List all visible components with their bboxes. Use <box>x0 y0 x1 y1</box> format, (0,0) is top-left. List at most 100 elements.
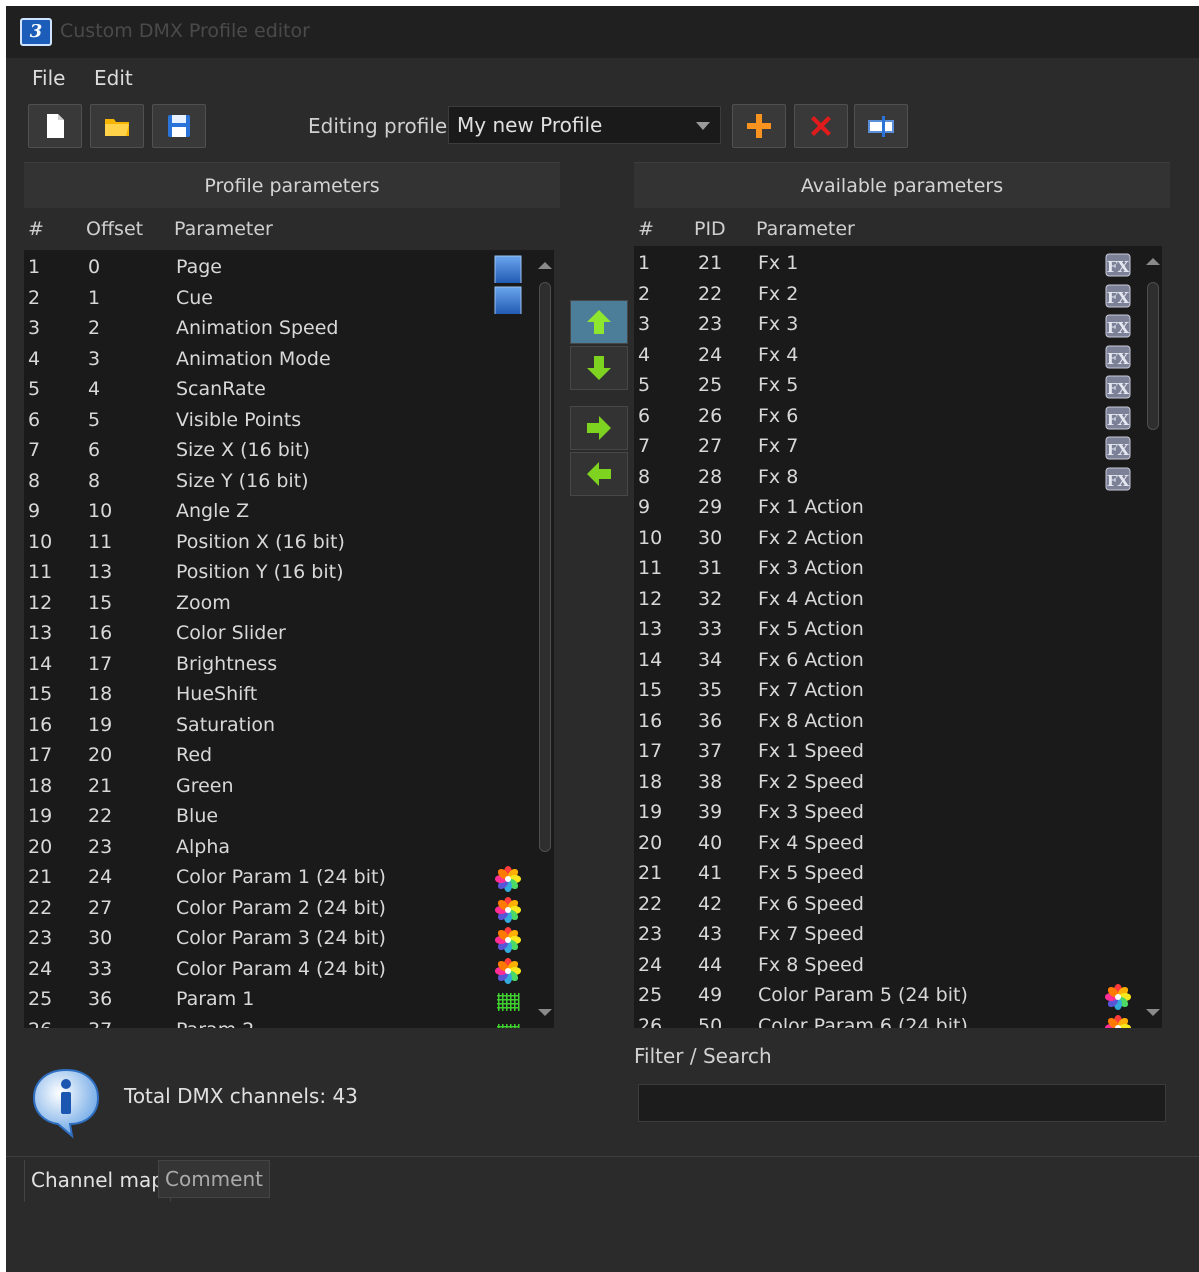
cell-pid: 28 <box>698 465 723 488</box>
table-row[interactable]: 5 4 ScanRate <box>24 376 536 407</box>
move-up-button[interactable] <box>570 300 628 344</box>
column-parameter[interactable]: Parameter <box>174 218 273 240</box>
column-number[interactable]: # <box>638 218 654 240</box>
table-row[interactable]: 23 30 Color Param 3 (24 bit) <box>24 925 536 956</box>
cell-pid: 44 <box>698 953 723 976</box>
table-row[interactable]: 8 28 Fx 8 FX <box>634 464 1144 495</box>
table-row[interactable]: 10 11 Position X (16 bit) <box>24 529 536 560</box>
table-row[interactable]: 4 24 Fx 4 FX <box>634 342 1144 373</box>
table-row[interactable]: 4 3 Animation Mode <box>24 346 536 377</box>
table-row[interactable]: 14 34 Fx 6 Action <box>634 647 1144 678</box>
table-row[interactable]: 15 18 HueShift <box>24 681 536 712</box>
cell-number: 7 <box>638 435 651 457</box>
cell-offset: 33 <box>88 957 113 980</box>
table-row[interactable]: 16 36 Fx 8 Action <box>634 708 1144 739</box>
profile-parameters-scrollbar[interactable] <box>534 250 554 1028</box>
cell-number: 1 <box>638 252 651 274</box>
table-row[interactable]: 24 33 Color Param 4 (24 bit) <box>24 956 536 987</box>
table-row[interactable]: 19 22 Blue <box>24 803 536 834</box>
open-profile-button[interactable] <box>90 104 144 148</box>
table-row[interactable]: 20 40 Fx 4 Speed <box>634 830 1144 861</box>
menu-file[interactable]: File <box>32 66 65 90</box>
table-row[interactable]: 13 33 Fx 5 Action <box>634 616 1144 647</box>
column-number[interactable]: # <box>28 218 44 240</box>
column-pid[interactable]: PID <box>694 218 726 240</box>
cell-number: 18 <box>638 770 663 793</box>
table-row[interactable]: 6 26 Fx 6 FX <box>634 403 1144 434</box>
table-row[interactable]: 2 1 Cue <box>24 285 536 315</box>
scroll-down-arrow-icon[interactable] <box>538 1009 552 1016</box>
color-wheel-icon <box>494 896 522 924</box>
menu-edit[interactable]: Edit <box>94 66 133 90</box>
scroll-down-arrow-icon[interactable] <box>1146 1009 1160 1016</box>
table-row[interactable]: 13 16 Color Slider <box>24 620 536 651</box>
table-row[interactable]: 3 23 Fx 3 FX <box>634 311 1144 342</box>
table-row[interactable]: 17 20 Red <box>24 742 536 773</box>
table-row[interactable]: 21 24 Color Param 1 (24 bit) <box>24 864 536 895</box>
cell-number: 25 <box>638 984 663 1006</box>
table-row[interactable]: 21 41 Fx 5 Speed <box>634 860 1144 891</box>
table-row[interactable]: 12 32 Fx 4 Action <box>634 586 1144 617</box>
cell-parameter: Fx 1 Speed <box>758 740 864 762</box>
save-profile-button[interactable] <box>152 104 206 148</box>
cell-number: 16 <box>28 713 53 736</box>
remove-parameter-button[interactable] <box>570 452 628 496</box>
scroll-thumb[interactable] <box>539 282 551 852</box>
new-profile-button[interactable] <box>28 104 82 148</box>
available-parameters-scrollbar[interactable] <box>1142 246 1162 1028</box>
table-row[interactable]: 24 44 Fx 8 Speed <box>634 952 1144 983</box>
table-row[interactable]: 11 13 Position Y (16 bit) <box>24 559 536 590</box>
table-row[interactable]: 9 10 Angle Z <box>24 498 536 529</box>
table-row[interactable]: 8 8 Size Y (16 bit) <box>24 468 536 499</box>
cell-parameter: Fx 8 Speed <box>758 953 864 976</box>
table-row[interactable]: 1 0 Page <box>24 254 536 285</box>
move-down-button[interactable] <box>570 346 628 390</box>
table-row[interactable]: 19 39 Fx 3 Speed <box>634 799 1144 830</box>
table-row[interactable]: 2 22 Fx 2 FX <box>634 281 1144 312</box>
table-row[interactable]: 14 17 Brightness <box>24 651 536 682</box>
table-row[interactable]: 25 49 Color Param 5 (24 bit) <box>634 982 1144 1013</box>
table-row[interactable]: 9 29 Fx 1 Action <box>634 494 1144 525</box>
profile-select[interactable]: My new Profile <box>448 106 721 144</box>
column-offset[interactable]: Offset <box>86 218 143 240</box>
table-row[interactable]: 5 25 Fx 5 FX <box>634 372 1144 403</box>
table-row[interactable]: 26 37 Param 2 <box>24 1017 536 1028</box>
tab-channel-map[interactable]: Channel map <box>24 1160 171 1202</box>
table-row[interactable]: 16 19 Saturation <box>24 712 536 743</box>
available-parameters-list[interactable]: 1 21 Fx 1 FX 2 22 Fx 2 FX 3 23 Fx 3 FX 4 24 Fx 4 FX 5 25 F… <box>634 246 1144 1028</box>
table-row[interactable]: 20 23 Alpha <box>24 834 536 865</box>
table-row[interactable]: 15 35 Fx 7 Action <box>634 677 1144 708</box>
table-row[interactable]: 1 21 Fx 1 FX <box>634 250 1144 281</box>
cell-number: 6 <box>638 404 651 427</box>
table-row[interactable]: 7 6 Size X (16 bit) <box>24 437 536 468</box>
cell-offset: 3 <box>88 347 101 370</box>
delete-profile-button[interactable] <box>794 104 848 148</box>
table-row[interactable]: 25 36 Param 1 <box>24 986 536 1017</box>
table-row[interactable]: 22 27 Color Param 2 (24 bit) <box>24 895 536 926</box>
table-row[interactable]: 3 2 Animation Speed <box>24 315 536 346</box>
add-profile-button[interactable] <box>732 104 786 148</box>
cell-offset: 24 <box>88 866 113 888</box>
table-row[interactable]: 17 37 Fx 1 Speed <box>634 738 1144 769</box>
scroll-up-arrow-icon[interactable] <box>538 262 552 269</box>
table-row[interactable]: 23 43 Fx 7 Speed <box>634 921 1144 952</box>
table-row[interactable]: 18 21 Green <box>24 773 536 804</box>
table-row[interactable]: 22 42 Fx 6 Speed <box>634 891 1144 922</box>
table-row[interactable]: 12 15 Zoom <box>24 590 536 621</box>
column-parameter[interactable]: Parameter <box>756 218 855 240</box>
scroll-thumb[interactable] <box>1147 282 1159 430</box>
rename-profile-button[interactable] <box>854 104 908 148</box>
table-row[interactable]: 7 27 Fx 7 FX <box>634 433 1144 464</box>
table-row[interactable]: 18 38 Fx 2 Speed <box>634 769 1144 800</box>
filter-search-input[interactable] <box>638 1084 1166 1122</box>
scroll-up-arrow-icon[interactable] <box>1146 258 1160 265</box>
table-row[interactable]: 11 31 Fx 3 Action <box>634 555 1144 586</box>
add-parameter-button[interactable] <box>570 406 628 450</box>
tab-comment[interactable]: Comment <box>158 1160 270 1198</box>
table-row[interactable]: 26 50 Color Param 6 (24 bit) <box>634 1013 1144 1028</box>
profile-parameters-list[interactable]: 1 0 Page 2 1 Cue 3 2 Animation Speed 4 3 Animation … <box>24 250 536 1028</box>
cell-pid: 23 <box>698 313 723 335</box>
table-row[interactable]: 10 30 Fx 2 Action <box>634 525 1144 556</box>
cell-number: 11 <box>28 561 53 583</box>
table-row[interactable]: 6 5 Visible Points <box>24 407 536 438</box>
